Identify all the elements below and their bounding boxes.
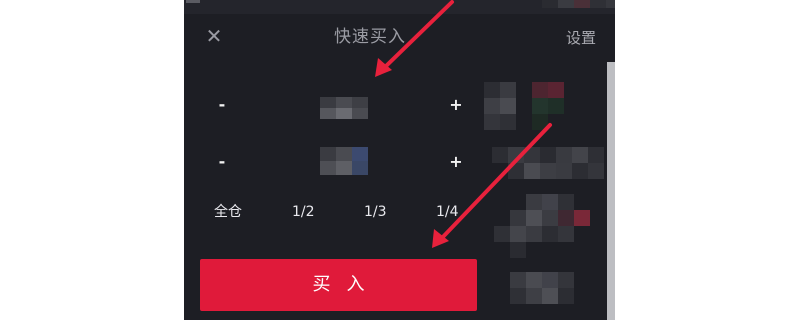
ratio-option-half[interactable]: 1/2 — [292, 198, 315, 226]
close-icon[interactable]: ✕ — [204, 26, 224, 46]
ratio-option-third[interactable]: 1/3 — [364, 198, 387, 226]
blurred-price-block — [542, 0, 615, 8]
quantity-minus-button[interactable]: - — [212, 152, 232, 172]
status-indicator — [186, 0, 200, 3]
price-minus-button[interactable]: - — [212, 95, 232, 115]
blurred-price-block — [510, 272, 574, 304]
quantity-plus-button[interactable]: + — [446, 152, 466, 172]
scrollbar[interactable] — [607, 62, 615, 320]
blurred-price-block — [492, 147, 604, 179]
price-input[interactable] — [320, 97, 368, 119]
buy-button[interactable]: 买入 — [200, 259, 477, 311]
phone-screen: ✕ 快速买入 设置 - + - + 全仓 1/2 1/3 1/4 买入 — [184, 0, 615, 320]
ratio-option-quarter[interactable]: 1/4 — [436, 198, 459, 226]
sheet-title: 快速买入 — [334, 27, 406, 47]
blurred-price-block — [484, 82, 564, 130]
screenshot-stage: ✕ 快速买入 设置 - + - + 全仓 1/2 1/3 1/4 买入 — [0, 0, 800, 320]
settings-button[interactable]: 设置 — [566, 27, 596, 49]
price-plus-button[interactable]: + — [446, 95, 466, 115]
quantity-input[interactable] — [320, 147, 368, 175]
ratio-option-full[interactable]: 全仓 — [214, 198, 242, 226]
blurred-price-block — [494, 194, 590, 258]
position-ratio-options: 全仓 1/2 1/3 1/4 — [202, 198, 474, 226]
